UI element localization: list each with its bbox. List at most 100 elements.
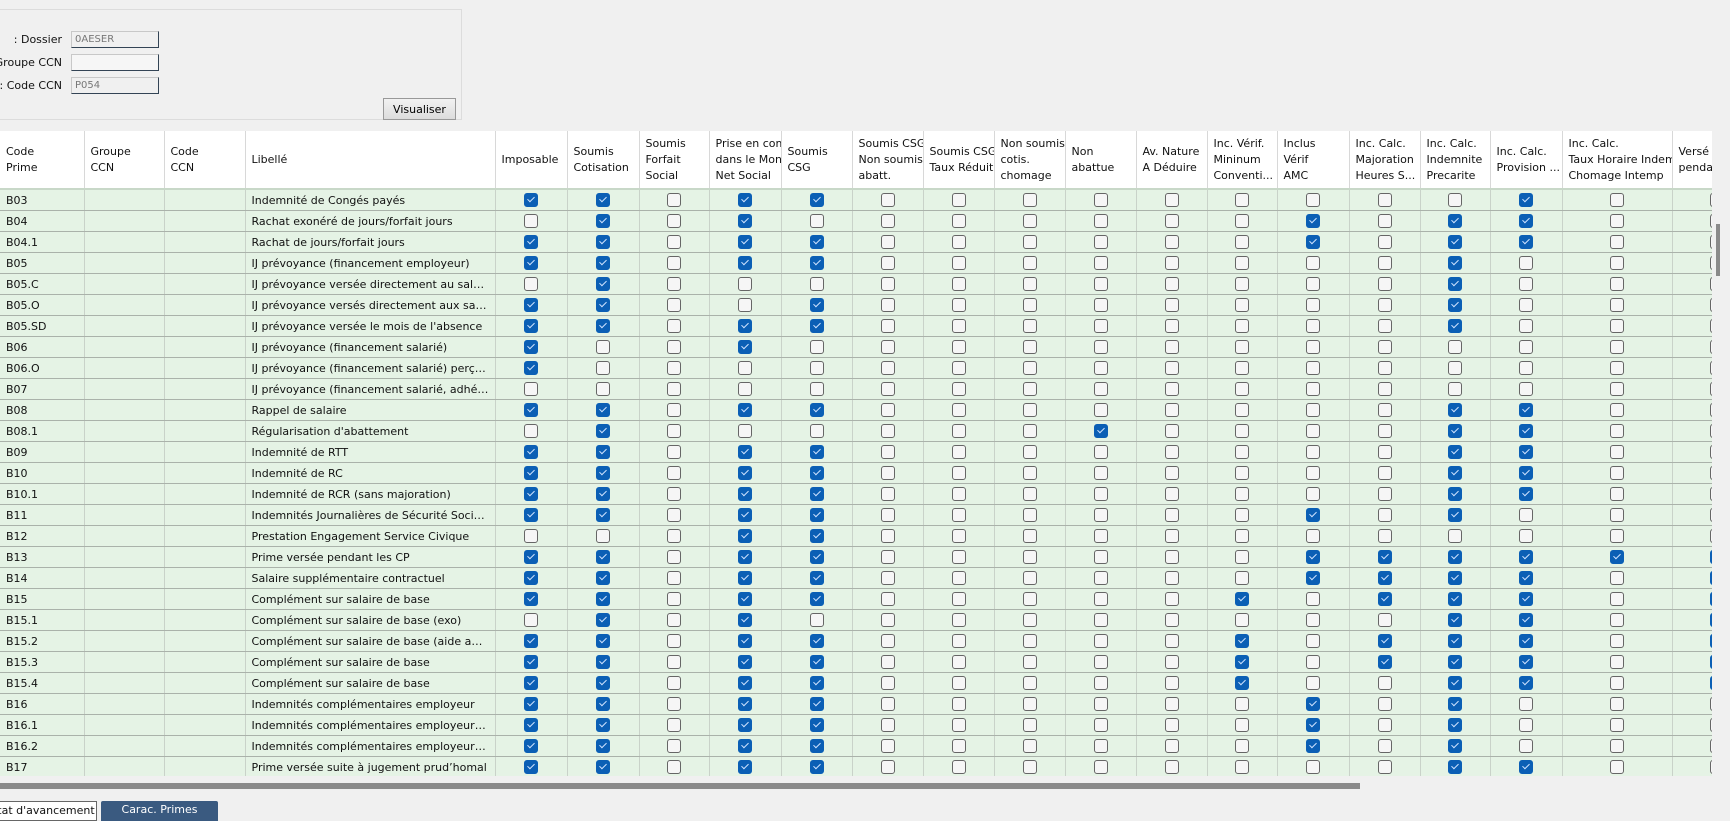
- checkbox-checked[interactable]: [738, 613, 752, 627]
- checkbox-unchecked[interactable]: [1235, 487, 1249, 501]
- checkbox-unchecked[interactable]: [880, 340, 895, 354]
- checkbox-checked[interactable]: [809, 634, 824, 648]
- checkbox-unchecked[interactable]: [1093, 529, 1108, 543]
- column-header[interactable]: Inclus Vérif AMC: [1277, 131, 1350, 190]
- checkbox-checked[interactable]: [1519, 613, 1533, 627]
- checkbox-unchecked[interactable]: [1610, 571, 1624, 585]
- checkbox-checked[interactable]: [1448, 277, 1462, 291]
- checkbox-checked[interactable]: [809, 739, 824, 753]
- checkbox-unchecked[interactable]: [1022, 466, 1037, 480]
- checkbox-checked[interactable]: [1306, 550, 1320, 564]
- checkbox-checked[interactable]: [524, 655, 538, 669]
- checkbox-unchecked[interactable]: [1610, 487, 1624, 501]
- checkbox-unchecked[interactable]: [1610, 676, 1624, 690]
- checkbox-unchecked[interactable]: [951, 529, 966, 543]
- checkbox-unchecked[interactable]: [1377, 361, 1392, 375]
- checkbox-checked[interactable]: [1448, 760, 1462, 774]
- checkbox-unchecked[interactable]: [951, 424, 966, 438]
- checkbox-unchecked[interactable]: [1377, 529, 1392, 543]
- checkbox-checked[interactable]: [524, 319, 538, 333]
- checkbox-unchecked[interactable]: [1235, 445, 1249, 459]
- checkbox-unchecked[interactable]: [1235, 718, 1249, 732]
- checkbox-unchecked[interactable]: [1235, 340, 1249, 354]
- checkbox-unchecked[interactable]: [1022, 529, 1037, 543]
- checkbox-unchecked[interactable]: [1306, 655, 1320, 669]
- checkbox-unchecked[interactable]: [1022, 718, 1037, 732]
- checkbox-unchecked[interactable]: [596, 361, 610, 375]
- checkbox-unchecked[interactable]: [1519, 382, 1533, 396]
- checkbox-unchecked[interactable]: [809, 214, 824, 228]
- checkbox-unchecked[interactable]: [1093, 571, 1108, 585]
- checkbox-checked[interactable]: [809, 697, 824, 711]
- checkbox-unchecked[interactable]: [1235, 256, 1249, 270]
- code-ccn-field[interactable]: [71, 76, 159, 94]
- checkbox-unchecked[interactable]: [1022, 760, 1037, 774]
- checkbox-checked[interactable]: [1519, 634, 1533, 648]
- checkbox-unchecked[interactable]: [951, 676, 966, 690]
- table-row[interactable]: B15.1 Complément sur salaire de base (exo…: [0, 609, 1712, 631]
- checkbox-unchecked[interactable]: [1377, 403, 1392, 417]
- checkbox-unchecked[interactable]: [951, 760, 966, 774]
- checkbox-unchecked[interactable]: [667, 739, 681, 753]
- table-row[interactable]: B04 Rachat exonéré de jours/forfait jours: [0, 210, 1712, 232]
- checkbox-checked[interactable]: [524, 445, 538, 459]
- checkbox-unchecked[interactable]: [1306, 256, 1320, 270]
- checkbox-checked[interactable]: [1377, 592, 1392, 606]
- checkbox-unchecked[interactable]: [1093, 592, 1108, 606]
- checkbox-unchecked[interactable]: [1093, 613, 1108, 627]
- checkbox-unchecked[interactable]: [1022, 697, 1037, 711]
- checkbox-checked[interactable]: [1448, 508, 1462, 522]
- checkbox-checked[interactable]: [524, 298, 538, 312]
- checkbox-checked[interactable]: [1519, 193, 1533, 207]
- checkbox-checked[interactable]: [596, 697, 610, 711]
- checkbox-checked[interactable]: [524, 340, 538, 354]
- checkbox-checked[interactable]: [524, 760, 538, 774]
- checkbox-unchecked[interactable]: [1377, 466, 1392, 480]
- table-row[interactable]: B05 IJ prévoyance (financement employeur): [0, 252, 1712, 274]
- checkbox-unchecked[interactable]: [1022, 361, 1037, 375]
- checkbox-unchecked[interactable]: [1306, 193, 1320, 207]
- checkbox-checked[interactable]: [738, 529, 752, 543]
- checkbox-checked[interactable]: [1448, 214, 1462, 228]
- checkbox-unchecked[interactable]: [1306, 760, 1320, 774]
- checkbox-checked[interactable]: [1448, 466, 1462, 480]
- checkbox-checked[interactable]: [1306, 508, 1320, 522]
- column-header[interactable]: Non abattue: [1065, 131, 1137, 190]
- checkbox-unchecked[interactable]: [880, 382, 895, 396]
- checkbox-checked[interactable]: [596, 655, 610, 669]
- checkbox-unchecked[interactable]: [951, 256, 966, 270]
- checkbox-checked[interactable]: [809, 508, 824, 522]
- tab-carac-primes[interactable]: Carac. Primes: [101, 801, 218, 821]
- checkbox-unchecked[interactable]: [1022, 487, 1037, 501]
- checkbox-unchecked[interactable]: [524, 424, 538, 438]
- checkbox-unchecked[interactable]: [1306, 424, 1320, 438]
- checkbox-checked[interactable]: [524, 256, 538, 270]
- column-header[interactable]: Soumis CSG Taux Réduit: [923, 131, 995, 190]
- table-row[interactable]: B04.1 Rachat de jours/forfait jours: [0, 231, 1712, 253]
- checkbox-unchecked[interactable]: [1235, 319, 1249, 333]
- column-header[interactable]: Inc. Calc. Indemnite Precarite: [1420, 131, 1491, 190]
- checkbox-unchecked[interactable]: [951, 718, 966, 732]
- checkbox-checked[interactable]: [1377, 550, 1392, 564]
- checkbox-unchecked[interactable]: [1235, 214, 1249, 228]
- checkbox-checked[interactable]: [1448, 697, 1462, 711]
- checkbox-checked[interactable]: [738, 655, 752, 669]
- checkbox-unchecked[interactable]: [880, 634, 895, 648]
- checkbox-checked[interactable]: [809, 760, 824, 774]
- checkbox-unchecked[interactable]: [1093, 550, 1108, 564]
- table-row[interactable]: B13 Prime versée pendant les CP: [0, 546, 1712, 568]
- checkbox-unchecked[interactable]: [1164, 277, 1179, 291]
- checkbox-checked[interactable]: [596, 445, 610, 459]
- checkbox-unchecked[interactable]: [596, 340, 610, 354]
- checkbox-unchecked[interactable]: [1164, 424, 1179, 438]
- checkbox-checked[interactable]: [1448, 655, 1462, 669]
- checkbox-checked[interactable]: [1610, 550, 1624, 564]
- checkbox-unchecked[interactable]: [1519, 739, 1533, 753]
- checkbox-unchecked[interactable]: [1235, 613, 1249, 627]
- checkbox-unchecked[interactable]: [1377, 256, 1392, 270]
- column-header[interactable]: Inc. Calc. Majoration Heures S...: [1349, 131, 1421, 190]
- checkbox-unchecked[interactable]: [524, 214, 538, 228]
- checkbox-unchecked[interactable]: [951, 403, 966, 417]
- checkbox-unchecked[interactable]: [880, 697, 895, 711]
- checkbox-unchecked[interactable]: [951, 361, 966, 375]
